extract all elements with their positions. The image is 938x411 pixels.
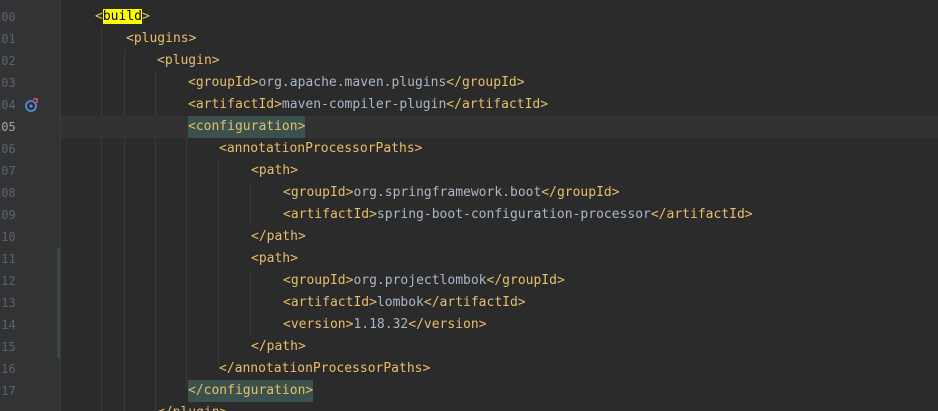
xml-tag: </annotationProcessorPaths> [219,361,431,376]
line-number: 215 [0,340,16,354]
line-number: 209 [0,208,16,222]
xml-text: org.apache.maven.plugins [258,75,447,90]
line-number: 200 [0,10,16,24]
xml-tag: <groupId> [188,75,259,90]
xml-text: spring-boot-configuration-processor [376,207,651,222]
line-number: 207 [0,164,16,178]
code-line: <version>1.18.32</version> [61,314,938,336]
code-line: <annotationProcessorPaths> [61,138,938,160]
code-line: <build> [61,6,938,28]
line-number: 203 [0,76,16,90]
line-number: 202 [0,54,16,68]
xml-tag: </groupId> [541,185,620,200]
line-number: 217 [0,384,16,398]
code-line: <path> [61,160,938,182]
code-area[interactable]: <build> <plugins> <plugin> <groupId>org.… [61,0,938,411]
matched-xml-tag: </configuration> [188,380,314,402]
xml-text: lombok [376,295,424,310]
xml-tag: <groupId> [283,273,354,288]
code-line: </configuration> [61,380,938,402]
xml-text: 1.18.32 [353,317,409,332]
xml-tag: <groupId> [283,185,354,200]
line-number: 216 [0,362,16,376]
tag-bracket: > [141,9,150,24]
xml-tag: </groupId> [446,75,525,90]
current-code-line: <configuration> [61,116,938,138]
code-line: <artifactId>lombok</artifactId> [61,292,938,314]
xml-tag: </groupId> [486,273,565,288]
xml-tag: </plugin> [157,402,227,411]
xml-tag: </artifactId> [446,97,549,112]
code-line: <artifactId>spring-boot-configuration-pr… [61,204,938,226]
line-number-gutter: 200 201 202 203 204 205 206 207 208 209 … [0,0,61,411]
xml-tag: <annotationProcessorPaths> [219,141,423,156]
matched-xml-tag: <configuration> [188,116,306,138]
code-editor[interactable]: 200 201 202 203 204 205 206 207 208 209 … [0,0,938,411]
line-number: 208 [0,186,16,200]
override-method-icon[interactable] [24,98,38,112]
line-number: 214 [0,318,16,332]
code-line: </path> [61,336,938,358]
line-number: 210 [0,230,16,244]
xml-text: org.projectlombok [353,273,487,288]
code-line: </plugin> [61,402,938,411]
xml-tag: <path> [251,163,298,178]
xml-tag: </version> [408,317,487,332]
code-line: <groupId>org.projectlombok</groupId> [61,270,938,292]
build-tag-highlight: build [102,9,142,24]
code-line: <path> [61,248,938,270]
xml-tag: </artifactId> [650,207,753,222]
xml-tag: <path> [251,251,298,266]
line-number: 206 [0,142,16,156]
xml-tag: <artifactId> [283,295,377,310]
xml-tag: <version> [283,317,354,332]
line-number: 205 [0,120,16,134]
xml-tag: </path> [251,339,306,354]
code-line: <artifactId>maven-compiler-plugin</artif… [61,94,938,116]
code-line: <plugins> [61,28,938,50]
vcs-change-marker[interactable] [57,248,60,358]
line-number: 201 [0,32,16,46]
code-line: <groupId>org.apache.maven.plugins</group… [61,72,938,94]
line-number: 204 [0,94,60,116]
xml-tag: <plugins> [126,31,197,46]
code-line: <groupId>org.springframework.boot</group… [61,182,938,204]
line-number: 211 [0,252,16,266]
code-line: </path> [61,226,938,248]
code-line: </annotationProcessorPaths> [61,358,938,380]
xml-tag: <artifactId> [283,207,377,222]
xml-text: org.springframework.boot [353,185,542,200]
xml-tag: </artifactId> [423,295,526,310]
code-line: <plugin> [61,50,938,72]
xml-text: maven-compiler-plugin [281,97,447,112]
tag-bracket: < [95,9,103,24]
xml-tag: </path> [251,229,306,244]
line-number: 212 [0,274,16,288]
xml-tag: <artifactId> [188,97,282,112]
line-number: 213 [0,296,16,310]
xml-tag: <plugin> [157,53,220,68]
